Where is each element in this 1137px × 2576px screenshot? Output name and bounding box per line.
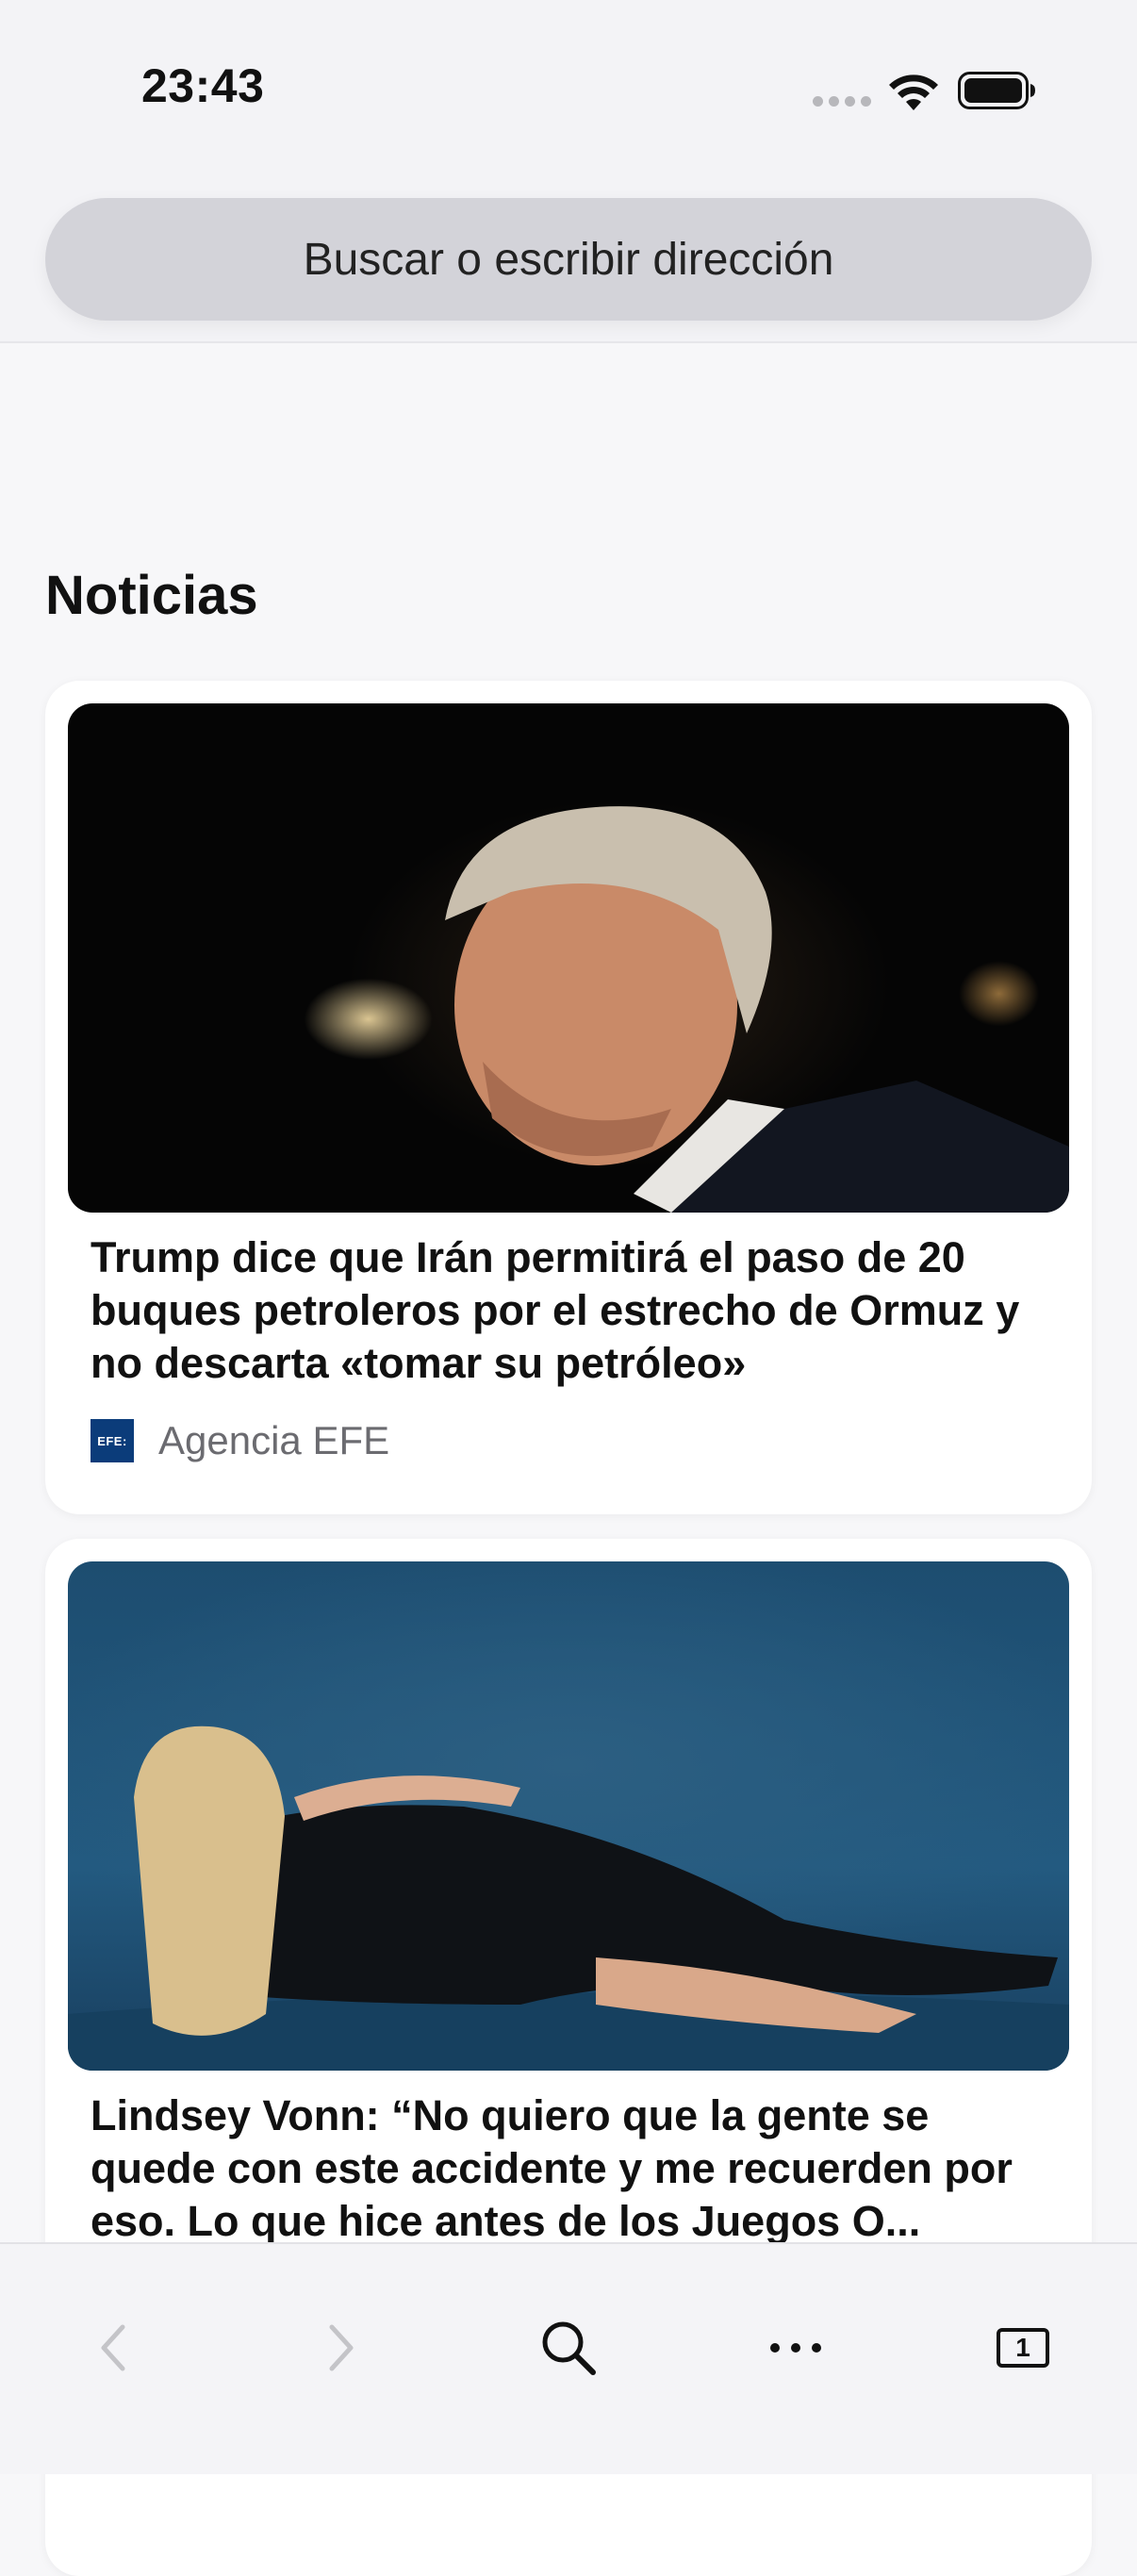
back-button[interactable] [75, 2310, 151, 2386]
cellular-signal-icon [813, 96, 871, 107]
search-icon [542, 2321, 596, 2375]
efe-logo-icon: EFE: [91, 1419, 134, 1462]
wifi-icon [889, 74, 938, 110]
forward-button[interactable] [304, 2310, 379, 2386]
battery-icon [958, 72, 1035, 109]
search-placeholder: Buscar o escribir dirección [303, 234, 834, 285]
address-search-bar[interactable]: Buscar o escribir dirección [45, 198, 1092, 321]
tab-count: 1 [1015, 2333, 1030, 2362]
news-card-image [68, 703, 1069, 1213]
top-header: 23:43 Buscar o escribir dirección [0, 0, 1137, 343]
status-bar: 23:43 [0, 0, 1137, 189]
tabs-icon: 1 [997, 2328, 1049, 2368]
forward-icon [329, 2324, 354, 2371]
news-card-title[interactable]: Trump dice que Irán permitirá el paso de… [91, 1231, 1052, 1390]
news-section-title: Noticias [45, 565, 258, 626]
more-icon [770, 2343, 821, 2353]
news-card-image [68, 1561, 1069, 2071]
tabs-button[interactable]: 1 [985, 2310, 1061, 2386]
back-icon [101, 2324, 125, 2371]
portrait-photo [68, 1726, 1069, 2071]
bottom-toolbar: 1 [0, 2242, 1137, 2474]
status-time: 23:43 [141, 59, 265, 112]
search-button[interactable] [531, 2310, 606, 2386]
portrait-photo [445, 806, 1069, 1213]
news-card[interactable]: Trump dice que Irán permitirá el paso de… [45, 681, 1092, 1514]
news-source-name: Agencia EFE [158, 1418, 390, 1462]
news-source: EFE: Agencia EFE [91, 1418, 389, 1463]
more-button[interactable] [758, 2310, 833, 2386]
news-card-title[interactable]: Lindsey Vonn: “No quiero que la gente se… [91, 2089, 1052, 2248]
